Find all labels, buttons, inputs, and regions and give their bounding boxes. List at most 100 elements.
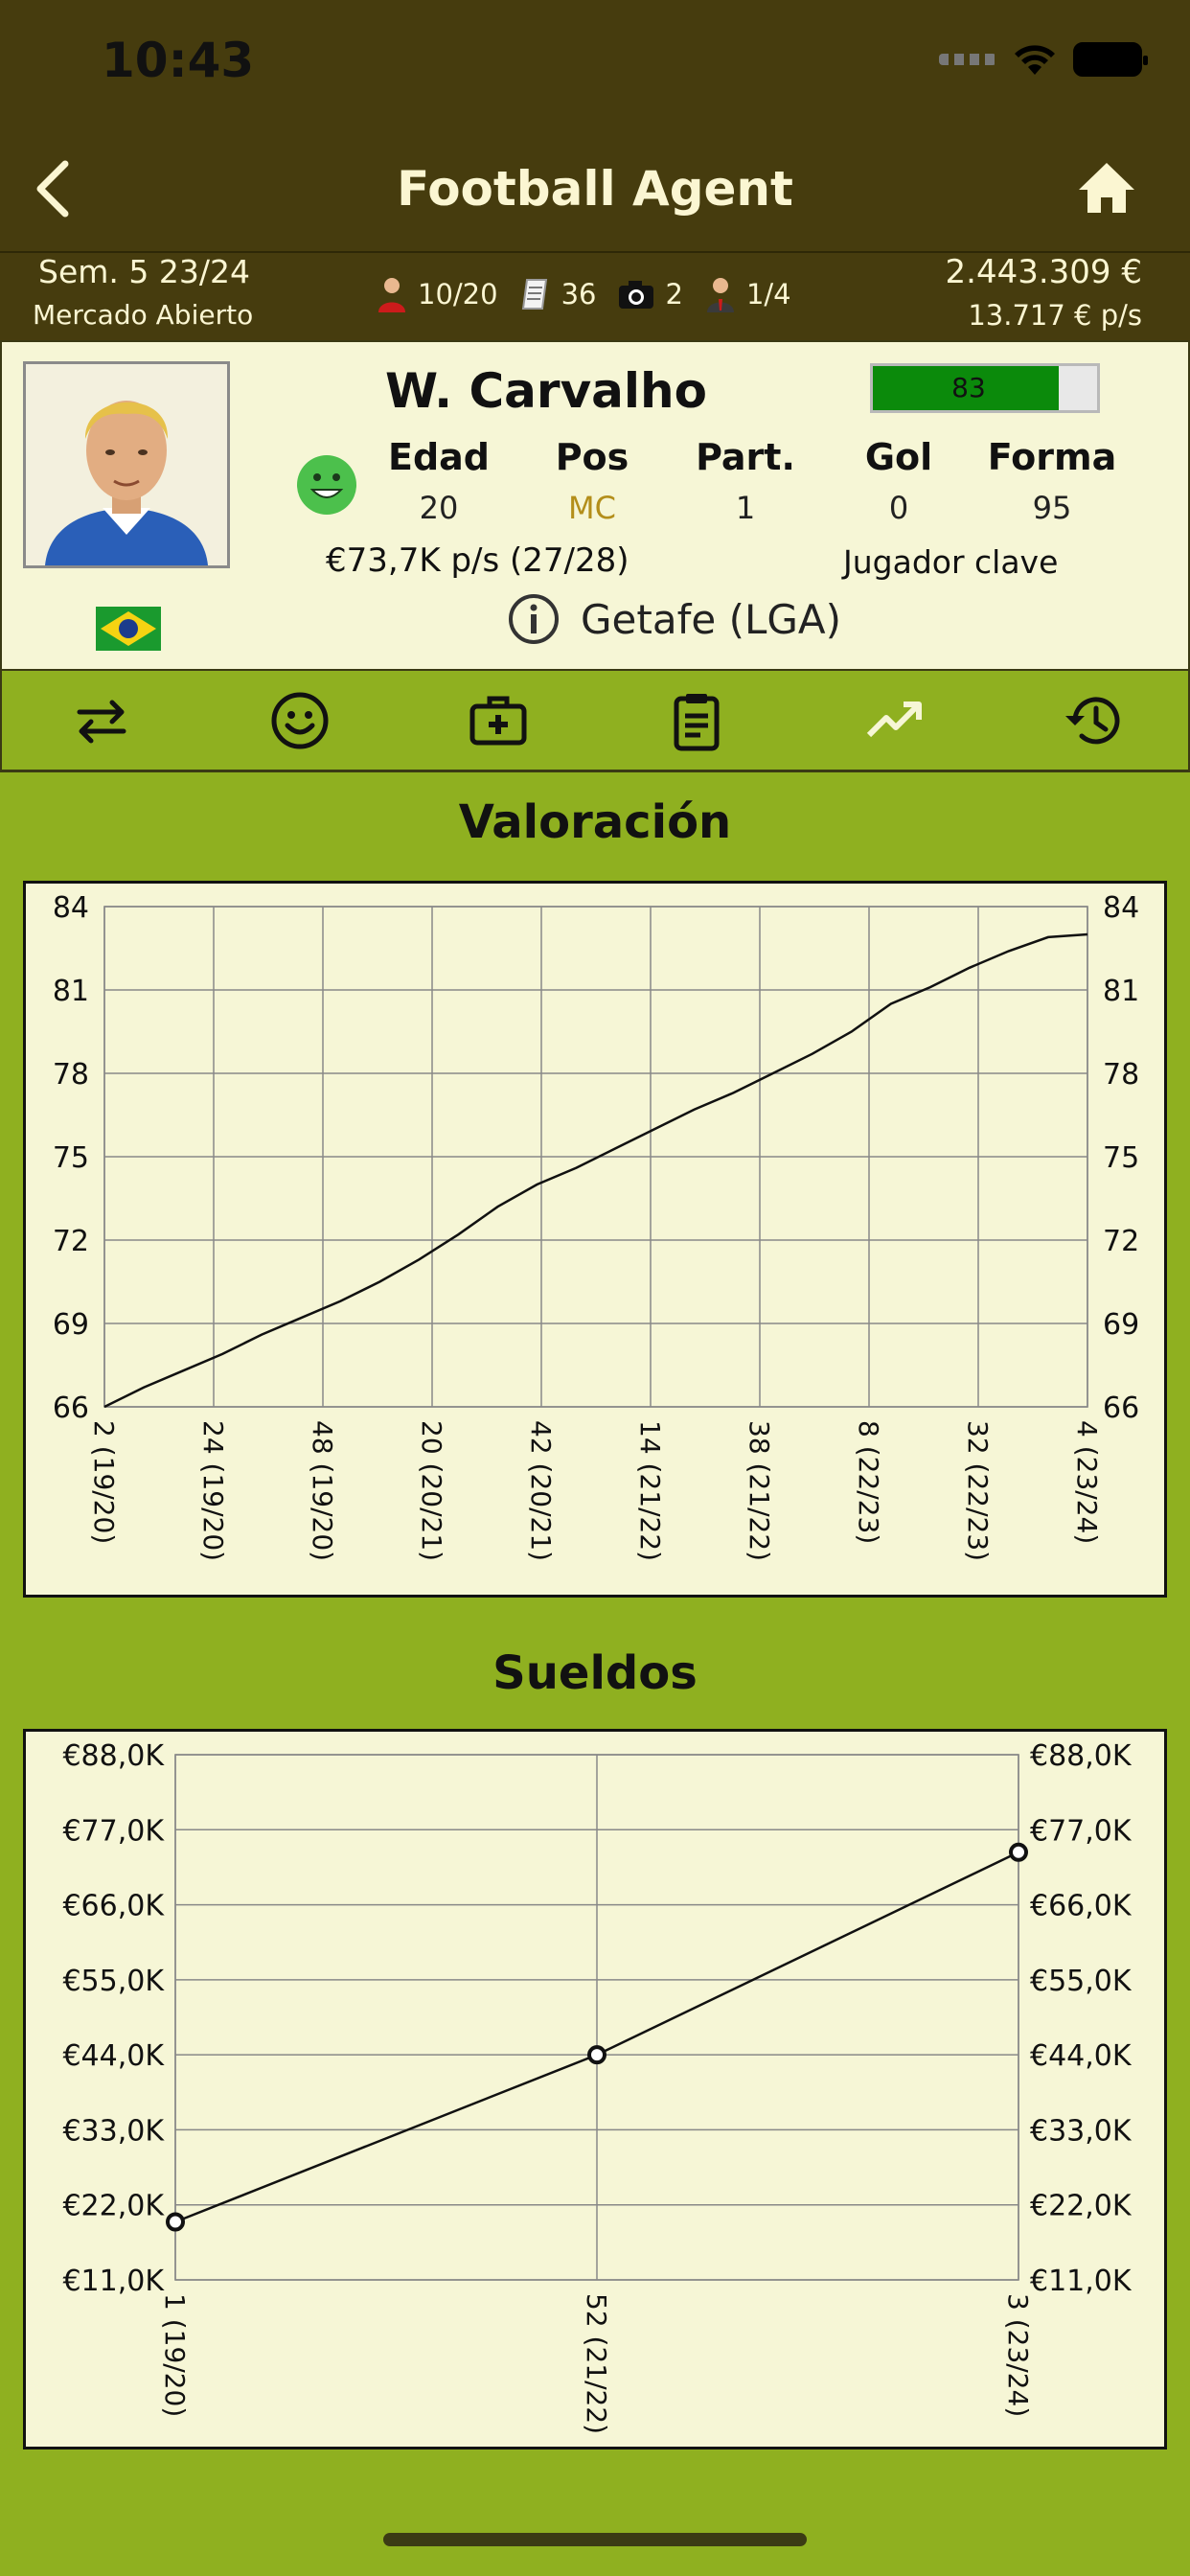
contracts-icon (521, 279, 547, 310)
y-tick-right: €22,0K (1030, 2190, 1133, 2223)
x-tick-label: 42 (20/21) (525, 1420, 557, 1561)
y-tick-right: €66,0K (1030, 1890, 1133, 1923)
battery-icon (1073, 42, 1148, 77)
happy-mood-icon (297, 455, 356, 515)
stat-form-label: Forma (987, 436, 1117, 478)
players-count: 10/20 (418, 278, 498, 310)
info-icon[interactable] (508, 593, 560, 645)
y-tick-left: €11,0K (62, 2265, 165, 2298)
y-tick-right: €33,0K (1030, 2114, 1133, 2148)
y-tick-right: 78 (1103, 1058, 1139, 1092)
tab-contract[interactable] (597, 671, 795, 770)
player-tab-bar (0, 671, 1190, 772)
y-tick-left: 84 (53, 891, 89, 925)
players-icon (378, 278, 405, 312)
player-name: W. Carvalho (385, 363, 707, 419)
stat-age: Edad 20 (362, 436, 515, 526)
player-salary: €73,7K p/s (27/28) (326, 541, 629, 580)
player-card: W. Carvalho 83 Edad 20 Pos MC Part. 1 Go… (0, 340, 1190, 671)
y-tick-right: €88,0K (1030, 1739, 1133, 1773)
tab-mood[interactable] (200, 671, 399, 770)
stat-matches: Part. 1 (669, 436, 822, 526)
x-tick-label: 20 (20/21) (416, 1420, 447, 1561)
y-tick-left: €44,0K (62, 2039, 165, 2073)
salary-point (587, 2045, 606, 2065)
stat-age-value: 20 (419, 490, 459, 526)
club-name: Getafe (LGA) (581, 595, 842, 643)
agency-stats: 10/20 36 2 1/4 (376, 276, 791, 312)
scouts-count: 2 (665, 278, 683, 310)
stat-goals: Gol 0 (822, 436, 975, 526)
stat-matches-label: Part. (696, 436, 795, 478)
x-tick-label: 32 (22/23) (962, 1420, 994, 1561)
y-tick-left: 66 (53, 1392, 89, 1425)
x-tick-label: 4 (23/24) (1071, 1420, 1103, 1544)
staff-icon (706, 278, 734, 312)
x-tick-label: 38 (21/22) (744, 1420, 775, 1561)
rating-chart-title: Valoración (458, 795, 732, 849)
signal-icon (939, 54, 996, 65)
y-tick-right: €11,0K (1030, 2265, 1133, 2298)
rating-value: 83 (951, 372, 986, 403)
x-tick-label: 3 (23/24) (1002, 2293, 1034, 2417)
y-tick-right: €55,0K (1030, 1965, 1133, 1998)
rating-series-line (103, 932, 1088, 1409)
y-tick-right: €44,0K (1030, 2039, 1133, 2073)
player-role: Jugador clave (843, 543, 1059, 581)
stat-form: Forma 95 (975, 436, 1129, 526)
salary-point (166, 2212, 185, 2232)
salary-chart-svg: €11,0K €11,0K €22,0K €22,0K €33,0K €33,0K €44,… (62, 1739, 1133, 2434)
rating-bar: 83 (870, 363, 1100, 413)
y-tick-right: 75 (1103, 1141, 1139, 1175)
x-tick-label: 52 (21/22) (581, 2293, 612, 2434)
week-label: Sem. 5 23/24 (38, 253, 250, 290)
stat-form-value: 95 (1032, 490, 1072, 526)
tab-transfers[interactable] (2, 671, 200, 770)
y-tick-left: 78 (53, 1058, 89, 1092)
medical-kit-icon (469, 696, 526, 745)
tab-medical[interactable] (399, 671, 597, 770)
x-tick-label: 8 (22/23) (853, 1420, 884, 1544)
x-tick-label: 1 (19/20) (159, 2293, 191, 2417)
y-tick-left: €88,0K (62, 1739, 165, 1773)
y-tick-right: 72 (1103, 1225, 1139, 1258)
brazil-flag-icon (96, 607, 161, 651)
camera-icon (619, 281, 654, 309)
salary-chart: €11,0K €11,0K €22,0K €22,0K €33,0K €33,0K €44,… (23, 1729, 1167, 2450)
y-tick-right: 81 (1103, 975, 1139, 1008)
y-tick-left: 72 (53, 1225, 89, 1258)
player-avatar (23, 361, 230, 568)
clipboard-icon (674, 693, 719, 750)
salary-point (1009, 1842, 1028, 1862)
tab-history[interactable] (994, 671, 1190, 770)
smiley-icon (271, 692, 328, 748)
y-tick-left: €33,0K (62, 2114, 165, 2148)
status-icons (939, 42, 1148, 77)
market-status: Mercado Abierto (33, 299, 254, 331)
y-tick-left: 75 (53, 1141, 89, 1175)
home-icon[interactable] (1077, 161, 1136, 215)
stat-matches-value: 1 (735, 490, 756, 526)
y-tick-right: €77,0K (1030, 1814, 1133, 1848)
stat-position: Pos MC (515, 436, 669, 526)
trending-up-icon (866, 701, 922, 737)
rating-chart-svg: 66 66 69 69 72 72 75 75 78 78 81 81 84 84 2 (19/20) 24 … (53, 891, 1139, 1561)
y-tick-left: €22,0K (62, 2190, 165, 2223)
stat-goals-value: 0 (888, 490, 909, 526)
club-link[interactable]: Getafe (LGA) (508, 593, 841, 645)
x-tick-label: 24 (19/20) (197, 1420, 229, 1561)
tab-progress[interactable] (795, 671, 994, 770)
y-tick-left: €66,0K (62, 1890, 165, 1923)
history-icon (1064, 696, 1119, 744)
status-time: 10:43 (102, 33, 255, 88)
y-tick-left: €77,0K (62, 1814, 165, 1848)
transfer-arrows-icon (77, 700, 126, 743)
stat-position-value: MC (568, 490, 616, 526)
x-tick-label: 2 (19/20) (88, 1420, 120, 1544)
stat-position-label: Pos (555, 436, 629, 478)
app-title: Football Agent (397, 161, 793, 217)
y-tick-right: 69 (1103, 1308, 1139, 1342)
x-tick-label: 48 (19/20) (307, 1420, 338, 1561)
staff-count: 1/4 (745, 278, 791, 310)
salary-chart-title: Sueldos (492, 1646, 698, 1700)
